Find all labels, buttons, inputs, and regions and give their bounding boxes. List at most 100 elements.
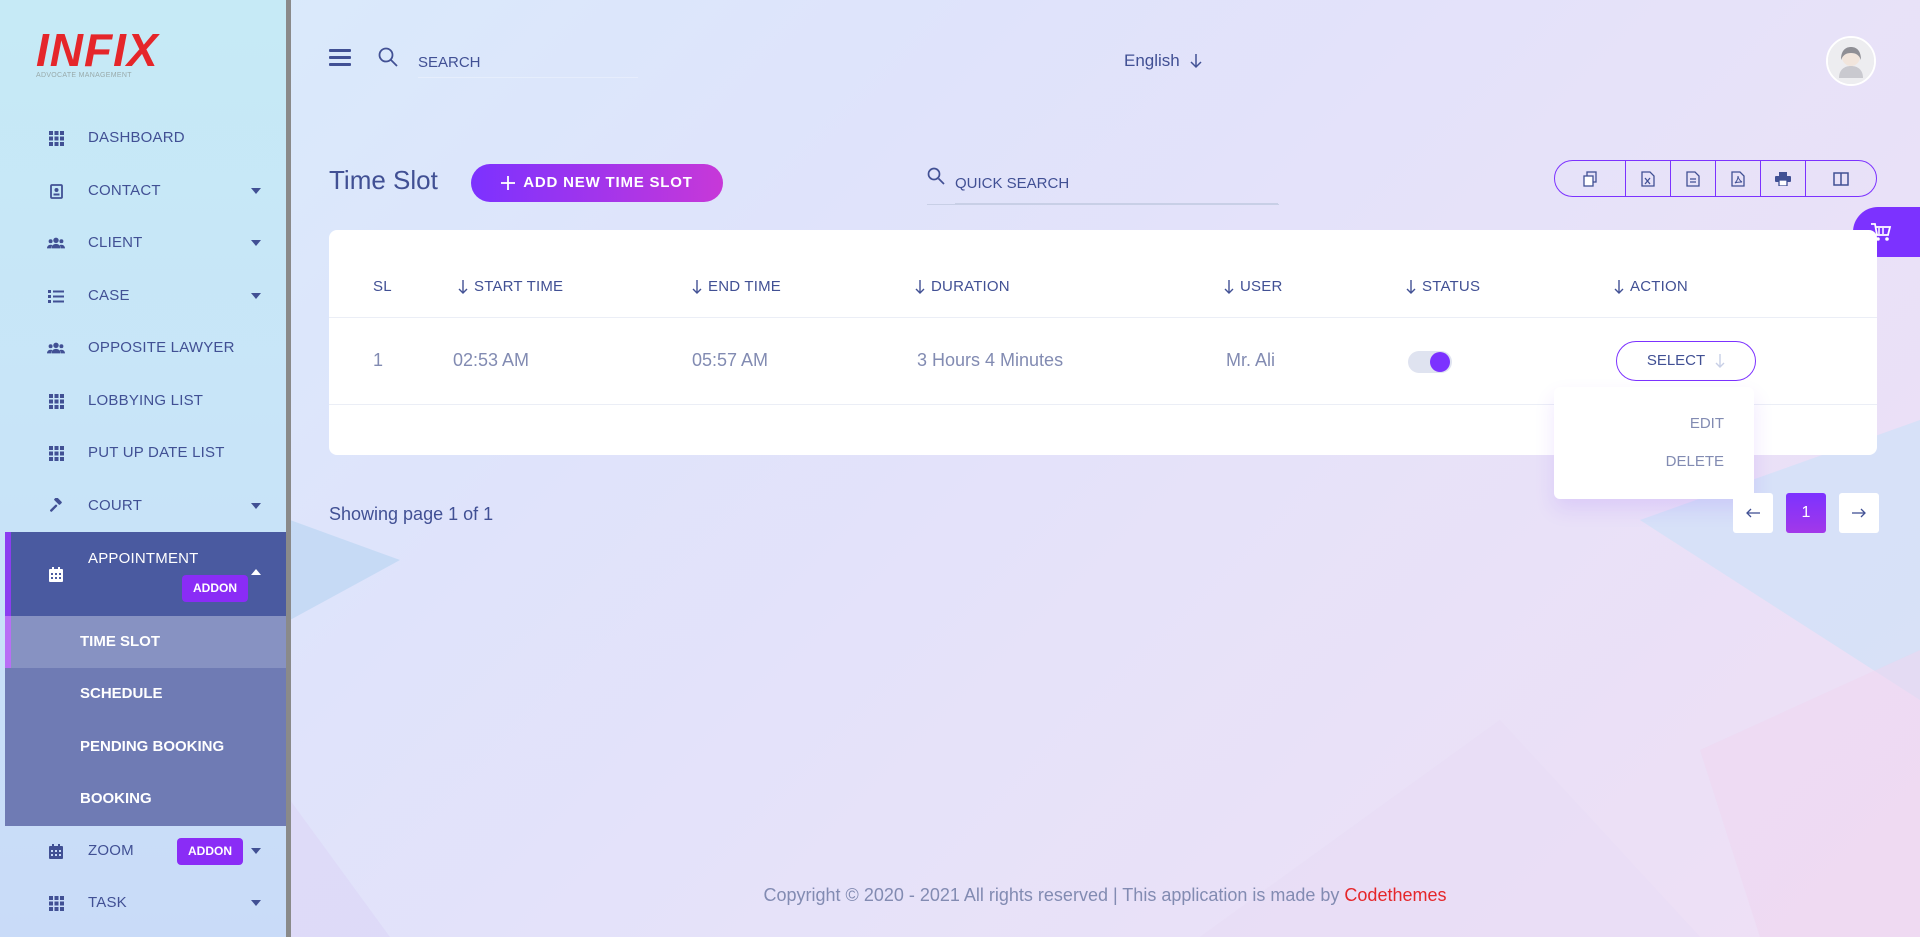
sidebar-item-contact[interactable]: CONTACT (5, 165, 286, 217)
users-icon (47, 234, 65, 252)
column-header-label: ACTION (1630, 278, 1688, 295)
chevron-down-icon (251, 240, 261, 246)
appointment-submenu: TIME SLOT SCHEDULE PENDING BOOKING BOOKI… (5, 616, 286, 826)
add-new-time-slot-button[interactable]: ADD NEW TIME SLOT (471, 164, 723, 202)
cell-start-time: 02:53 AM (453, 350, 530, 370)
prev-page-button[interactable] (1733, 493, 1773, 533)
column-header-action[interactable]: ACTION (1614, 277, 1688, 297)
sidebar-item-label: APPOINTMENT (88, 550, 199, 567)
select-label: SELECT (1646, 352, 1706, 369)
sidebar-item-label: PUT UP DATE LIST (88, 444, 225, 461)
sidebar-item-put-up-date-list[interactable]: PUT UP DATE LIST (5, 427, 286, 479)
submenu-item-label: PENDING BOOKING (80, 738, 225, 755)
footer: Copyright © 2020 - 2021 All rights reser… (0, 884, 1920, 906)
status-toggle[interactable] (1408, 351, 1452, 373)
arrow-down-icon (1715, 354, 1725, 368)
sort-arrow-icon (1406, 280, 1416, 294)
sidebar-item-court[interactable]: COURT (5, 480, 286, 532)
column-header-label: USER (1240, 278, 1283, 295)
chevron-up-icon (251, 569, 261, 575)
gavel-icon (47, 497, 65, 515)
column-header-label: STATUS (1422, 278, 1481, 295)
logo[interactable]: INFIX ADVOCATE MANAGEMENT (36, 24, 159, 80)
plus-icon (501, 176, 516, 190)
sidebar-scrollbar[interactable] (286, 0, 291, 937)
arrow-down-icon (1190, 54, 1202, 69)
column-header-label: END TIME (708, 278, 781, 295)
search-icon (378, 47, 398, 67)
column-header-user[interactable]: USER (1224, 277, 1282, 297)
search-input[interactable] (418, 48, 638, 78)
arrow-left-icon (1746, 508, 1760, 518)
language-label: English (1124, 51, 1180, 70)
page-number-button[interactable]: 1 (1786, 493, 1826, 533)
print-button[interactable] (1761, 161, 1806, 196)
submenu-item-label: TIME SLOT (80, 633, 160, 650)
delete-menu-item[interactable]: DELETE (1666, 453, 1724, 471)
chevron-down-icon (251, 503, 261, 509)
sidebar-item-label: DASHBOARD (88, 129, 185, 146)
footer-text: Copyright © 2020 - 2021 All rights reser… (763, 885, 1345, 905)
pdf-button[interactable] (1716, 161, 1761, 196)
sort-arrow-icon (692, 280, 702, 294)
action-select-button[interactable]: SELECT (1616, 341, 1756, 381)
quick-search-underline (927, 204, 1279, 205)
submenu-item-label: SCHEDULE (80, 685, 163, 702)
page-title: Time Slot (329, 165, 438, 195)
next-page-button[interactable] (1839, 493, 1879, 533)
submenu-item-label: BOOKING (80, 790, 152, 807)
sidebar-item-dashboard[interactable]: DASHBOARD (5, 112, 286, 164)
copy-button[interactable] (1555, 161, 1627, 196)
chevron-down-icon (251, 293, 261, 299)
sidebar-item-label: LOBBYING LIST (88, 392, 204, 409)
column-header-status[interactable]: STATUS (1406, 277, 1480, 297)
footer-link[interactable]: Codethemes (1344, 885, 1446, 905)
edit-menu-item[interactable]: EDIT (1690, 415, 1724, 433)
language-selector[interactable]: English (1124, 50, 1202, 72)
arrow-right-icon (1852, 508, 1866, 518)
cell-end-time: 05:57 AM (692, 350, 769, 370)
sidebar-item-label: ZOOM (88, 842, 134, 859)
calendar-icon (47, 842, 65, 860)
sidebar-item-zoom[interactable]: ZOOM ADDON (5, 825, 286, 877)
sidebar-item-client[interactable]: CLIENT (5, 217, 286, 269)
sort-arrow-icon (1614, 280, 1624, 294)
logo-wordmark: INFIX (36, 24, 159, 76)
quick-search-input[interactable] (955, 164, 1278, 204)
submenu-item-time-slot[interactable]: TIME SLOT (5, 616, 286, 668)
column-header-label: DURATION (931, 278, 1010, 295)
sidebar-item-label: OPPOSITE LAWYER (88, 339, 235, 356)
avatar[interactable] (1826, 36, 1876, 86)
column-header-duration[interactable]: DURATION (915, 277, 1010, 297)
sidebar-item-label: COURT (88, 497, 143, 514)
list-icon (47, 287, 65, 305)
print-icon (1774, 171, 1791, 186)
submenu-item-booking[interactable]: BOOKING (5, 773, 286, 825)
search-icon (927, 167, 945, 185)
cell-duration: 3 Hours 4 Minutes (917, 350, 1064, 370)
column-header-sl[interactable]: SL (373, 277, 392, 297)
table-divider (329, 317, 1877, 318)
columns-button[interactable] (1806, 161, 1876, 196)
contact-card-icon (47, 182, 65, 200)
add-button-label: ADD NEW TIME SLOT (523, 174, 693, 191)
column-header-start-time[interactable]: START TIME (458, 277, 563, 297)
grid-icon (47, 129, 65, 147)
excel-button[interactable] (1626, 161, 1672, 196)
copy-icon (1583, 170, 1597, 187)
menu-toggle-icon[interactable] (329, 49, 351, 67)
submenu-item-pending-booking[interactable]: PENDING BOOKING (5, 721, 286, 773)
column-header-end-time[interactable]: END TIME (692, 277, 781, 297)
sidebar-item-appointment[interactable]: APPOINTMENT ADDON (5, 532, 286, 616)
sidebar-item-lobbying-list[interactable]: LOBBYING LIST (5, 375, 286, 427)
action-dropdown-menu: EDIT DELETE (1554, 387, 1754, 499)
submenu-item-schedule[interactable]: SCHEDULE (5, 668, 286, 720)
sidebar-item-case[interactable]: CASE (5, 270, 286, 322)
column-header-label: SL (373, 278, 392, 295)
sidebar-item-opposite-lawyer[interactable]: OPPOSITE LAWYER (5, 322, 286, 374)
csv-button[interactable] (1671, 161, 1716, 196)
sidebar: INFIX ADVOCATE MANAGEMENT DASHBOARD CONT… (0, 0, 290, 937)
chevron-down-icon (251, 848, 261, 854)
addon-badge: ADDON (182, 575, 248, 602)
users-icon (47, 339, 65, 357)
